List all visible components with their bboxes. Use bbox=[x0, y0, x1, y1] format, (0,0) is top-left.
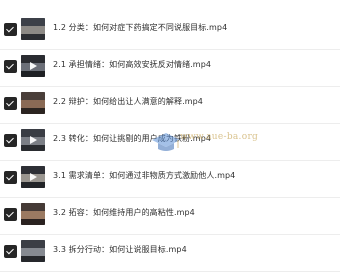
list-item[interactable]: 1.2 分类：如何对症下药搞定不同说服目标.mp4 bbox=[0, 14, 340, 50]
lesson-title[interactable]: 2.2 辩护：如何给出让人满意的解释.mp4 bbox=[53, 96, 203, 108]
lesson-title[interactable]: 3.3 拆分行动：如何让说服目标.mp4 bbox=[53, 244, 187, 256]
checkbox-checked-icon[interactable] bbox=[4, 60, 17, 73]
video-thumbnail-icon[interactable] bbox=[21, 92, 45, 114]
checkbox-checked-icon[interactable] bbox=[4, 97, 17, 110]
list-item[interactable]: 2.1 承担情绪：如何高效安抚反对情绪.mp4 bbox=[0, 51, 340, 87]
checkbox-checked-icon[interactable] bbox=[4, 171, 17, 184]
video-thumbnail-icon[interactable] bbox=[21, 166, 45, 188]
video-thumbnail-icon[interactable] bbox=[21, 129, 45, 151]
list-item[interactable]: 2.3 转化：如何让挑剔的用户成为铁粉.mp4 bbox=[0, 125, 340, 161]
video-thumbnail-icon[interactable] bbox=[21, 203, 45, 225]
list-item[interactable]: 3.1 需求清单：如何通过非物质方式激励他人.mp4 bbox=[0, 162, 340, 198]
play-icon bbox=[30, 62, 37, 70]
lesson-title[interactable]: 3.1 需求清单：如何通过非物质方式激励他人.mp4 bbox=[53, 170, 235, 182]
video-thumbnail-icon[interactable] bbox=[21, 55, 45, 77]
list-item[interactable]: 3.3 拆分行动：如何让说服目标.mp4 bbox=[0, 236, 340, 272]
lesson-title[interactable]: 3.2 拓容：如何维持用户的高粘性.mp4 bbox=[53, 207, 195, 219]
lesson-title[interactable]: 2.1 承担情绪：如何高效安抚反对情绪.mp4 bbox=[53, 59, 211, 71]
video-thumbnail-icon[interactable] bbox=[21, 240, 45, 262]
watermark-text: www.aue-ba.org bbox=[180, 132, 259, 142]
checkbox-checked-icon[interactable] bbox=[4, 23, 17, 36]
play-icon bbox=[30, 173, 37, 181]
list-item[interactable]: 2.2 辩护：如何给出让人满意的解释.mp4 bbox=[0, 88, 340, 124]
checkbox-checked-icon[interactable] bbox=[4, 208, 17, 221]
list-item[interactable]: 3.2 拓容：如何维持用户的高粘性.mp4 bbox=[0, 199, 340, 235]
video-thumbnail-icon[interactable] bbox=[21, 18, 45, 40]
play-icon bbox=[30, 136, 37, 144]
checkbox-checked-icon[interactable] bbox=[4, 134, 17, 147]
lesson-title[interactable]: 1.2 分类：如何对症下药搞定不同说服目标.mp4 bbox=[53, 22, 227, 34]
